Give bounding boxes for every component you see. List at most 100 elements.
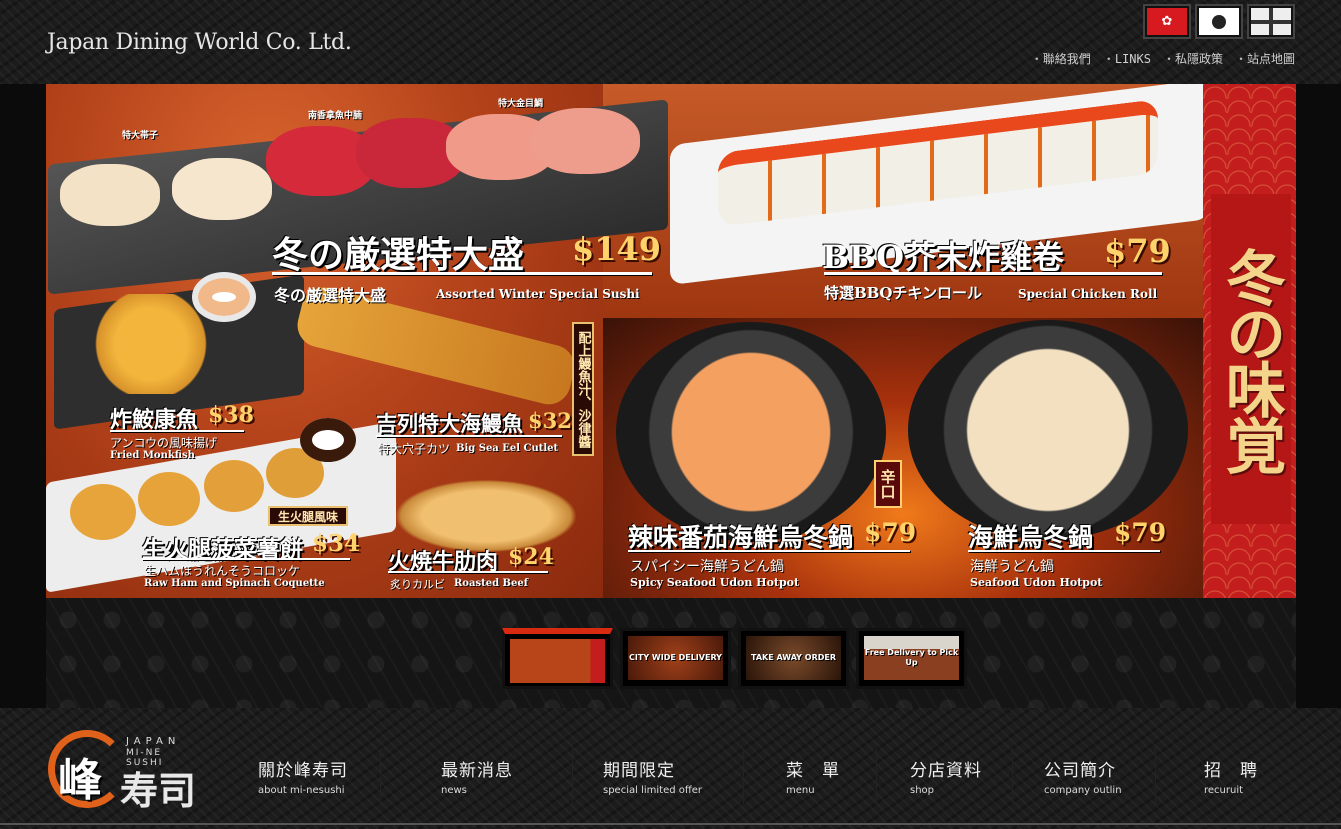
label-underline [376, 435, 562, 437]
bauhinia-glyph: ✿ [1161, 14, 1173, 29]
beef-price: $24 [508, 544, 554, 570]
company-name: Japan Dining World Co. Ltd. [47, 30, 352, 55]
nav-label: 關於峰寿司 [258, 761, 348, 781]
label-underline [110, 430, 244, 432]
spicy-badge: 辛口 [874, 460, 902, 508]
coquette-badge: 生火腿風味 [268, 506, 348, 526]
nav-shop[interactable]: 分店資料 shop [910, 756, 982, 804]
header: Japan Dining World Co. Ltd. ✿ 聯絡我們 LINKS… [0, 0, 1341, 84]
nav-label: 招 聘 [1204, 761, 1258, 781]
thumbnail-image: Free Delivery to Pick Up [864, 636, 959, 680]
scallop-sushi [172, 158, 272, 220]
eel-en: Big Sea Eel Cutlet [456, 443, 559, 454]
thumbnail-image: CITY WIDE DELIVERY [628, 636, 723, 680]
plate-tag: 特大金目鯛 [498, 99, 544, 109]
spicy-udon-price: $79 [864, 518, 917, 547]
thumbnail-label: CITY WIDE DELIVERY [629, 653, 722, 662]
flag-cross-v [1269, 8, 1273, 35]
nav-sublabel: about mi-nesushi [258, 785, 345, 796]
nav-limited-offer[interactable]: 期間限定 special limited offer [603, 756, 702, 804]
snapper-sushi [530, 108, 640, 174]
eel-name: 吉列特大海鰻魚 [376, 411, 523, 436]
nav-sublabel: shop [910, 785, 935, 796]
nav-divider [743, 748, 744, 804]
hero-stage: 特大帯子 南香拿魚中腩 特大金目鯛 冬の味覚 冬の厳選特大盛 $149 冬の厳選… [46, 84, 1296, 708]
japan-flag-icon[interactable] [1197, 6, 1241, 37]
nav-label: 期間限定 [603, 761, 675, 781]
thumbnail-image [510, 639, 605, 683]
label-underline [142, 558, 350, 560]
nav-news[interactable]: 最新消息 news [441, 756, 513, 804]
thumbnail-image: TAKE AWAY ORDER [746, 636, 841, 680]
coquette [138, 472, 200, 526]
nav-label: 菜 單 [786, 761, 840, 781]
winter-sushi-en: Assorted Winter Special Sushi [436, 287, 640, 301]
nav-menu[interactable]: 菜 單 menu [786, 756, 840, 804]
eel-jp: 特大穴子カツ [378, 442, 451, 456]
vertical-title: 冬の味覚 [1215, 247, 1286, 471]
coquette-price: $34 [312, 530, 361, 557]
sauce-note: 配上鰻魚汁、沙律醬 [572, 322, 594, 456]
winter-sushi-jp: 冬の厳選特大盛 [274, 286, 387, 305]
monkfish-en: Fried Monkfish [110, 450, 195, 461]
plate-tag: 特大帯子 [122, 131, 159, 141]
hong-kong-flag-icon[interactable]: ✿ [1145, 6, 1189, 37]
links-link[interactable]: LINKS [1103, 50, 1151, 67]
beef-en: Roasted Beef [454, 578, 529, 589]
nav-label: 最新消息 [441, 761, 513, 781]
label-underline [388, 571, 548, 573]
privacy-link[interactable]: 私隱政策 [1163, 50, 1223, 67]
banner-side-stripe: 冬の味覚 [1203, 84, 1296, 598]
label-underline [968, 550, 1160, 552]
winter-sushi-price: $149 [572, 230, 662, 268]
spicy-udon-en: Spicy Seafood Udon Hotpot [630, 576, 800, 589]
beef-jp: 炙りカルビ [390, 578, 445, 591]
footer-nav: 峰 JAPAN MI-NE SUSHI 寿司 關於峰寿司 about mi-nes… [0, 708, 1341, 829]
seafood-udon-jp: 海鮮うどん鍋 [970, 559, 1054, 575]
nav-divider [380, 748, 381, 804]
nav-recruit[interactable]: 招 聘 recuruit [1204, 756, 1258, 804]
nav-divider [572, 748, 573, 804]
plate-tag: 南香拿魚中腩 [308, 111, 363, 121]
monkfish-price: $38 [208, 402, 254, 428]
eel-price: $32 [528, 408, 572, 433]
logo-sub-chars: 寿司 [120, 768, 197, 813]
label-underline [272, 272, 652, 275]
nav-about[interactable]: 關於峰寿司 about mi-nesushi [258, 756, 348, 804]
slide-thumbnail[interactable]: CITY WIDE DELIVERY [620, 628, 731, 689]
thumbnail-label: TAKE AWAY ORDER [750, 653, 836, 662]
promo-banner[interactable]: 特大帯子 南香拿魚中腩 特大金目鯛 冬の味覚 冬の厳選特大盛 $149 冬の厳選… [46, 84, 1296, 598]
logo-japan-text: JAPAN [126, 736, 181, 747]
japan-sun-shape [1212, 14, 1226, 29]
seafood-udon-en: Seafood Udon Hotpot [970, 576, 1103, 589]
nav-label: 公司簡介 [1044, 761, 1116, 781]
logo-main-char: 峰 [58, 755, 102, 806]
side-panel: 冬の味覚 [1211, 194, 1291, 524]
mine-sushi-logo[interactable]: 峰 JAPAN MI-NE SUSHI 寿司 [46, 726, 196, 816]
coquette-en: Raw Ham and Spinach Coquette [144, 578, 325, 589]
nav-sublabel: company outlin [1044, 785, 1122, 796]
slide-thumbnail[interactable]: Free Delivery to Pick Up [856, 628, 967, 689]
nav-sublabel: recuruit [1204, 785, 1244, 796]
coquette [70, 484, 136, 540]
nav-sublabel: news [441, 785, 467, 796]
seafood-udon-price: $79 [1114, 518, 1167, 547]
contact-link[interactable]: 聯絡我們 [1031, 50, 1091, 67]
dip-dish [300, 418, 356, 462]
seafood-udon-name: 海鮮烏冬鍋 [968, 523, 1094, 552]
spicy-hotpot [616, 322, 886, 542]
seafood-hotpot [908, 320, 1188, 540]
nav-sublabel: menu [786, 785, 815, 796]
spicy-udon-jp: スパイシー海鮮うどん鍋 [630, 559, 784, 575]
nav-label: 分店資料 [910, 761, 982, 781]
slide-thumbnail[interactable] [502, 628, 613, 689]
winter-sushi-name: 冬の厳選特大盛 [272, 234, 525, 276]
thumbnail-strip: CITY WIDE DELIVERY TAKE AWAY ORDER Free … [46, 598, 1296, 708]
sitemap-link[interactable]: 站点地圖 [1235, 50, 1295, 67]
thumbnail-label: Free Delivery to Pick Up [864, 648, 959, 667]
coquette [204, 460, 264, 512]
uk-flag-icon[interactable] [1249, 6, 1293, 37]
nav-company[interactable]: 公司簡介 company outlin [1044, 756, 1122, 804]
nav-divider [1155, 748, 1156, 804]
slide-thumbnail[interactable]: TAKE AWAY ORDER [738, 628, 849, 689]
